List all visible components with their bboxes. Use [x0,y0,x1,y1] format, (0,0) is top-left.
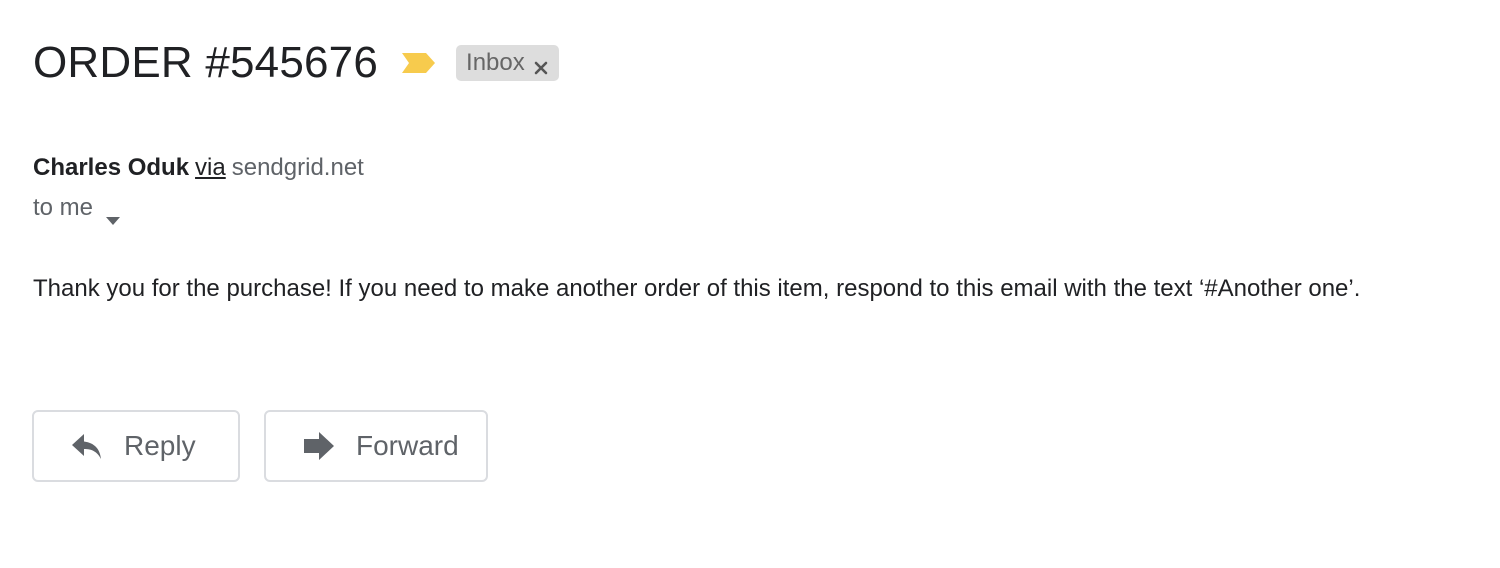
email-body: Thank you for the purchase! If you need … [33,275,1361,302]
forward-button[interactable]: Forward [264,410,488,482]
close-icon[interactable] [533,55,549,75]
reply-button[interactable]: Reply [32,410,240,482]
label-chip-inbox: Inbox [456,45,559,81]
subject-row: ORDER #545676 Inbox [33,38,559,88]
email-subject: ORDER #545676 [33,38,379,87]
label-chip-text: Inbox [466,49,525,76]
recipient-details-toggle[interactable]: to me [33,192,121,225]
recipient-text: to me [33,194,94,221]
chevron-down-icon[interactable] [105,203,121,225]
forward-icon [304,432,334,460]
sender-name[interactable]: Charles Oduk [33,154,189,181]
sender-row: Charles Oduk via sendgrid.net [33,152,364,184]
reply-button-label: Reply [124,430,196,461]
importance-marker-icon[interactable] [402,50,436,76]
reply-icon [72,434,101,459]
via-link[interactable]: via [195,154,226,181]
sender-domain: sendgrid.net [231,154,364,181]
forward-button-label: Forward [356,430,459,461]
